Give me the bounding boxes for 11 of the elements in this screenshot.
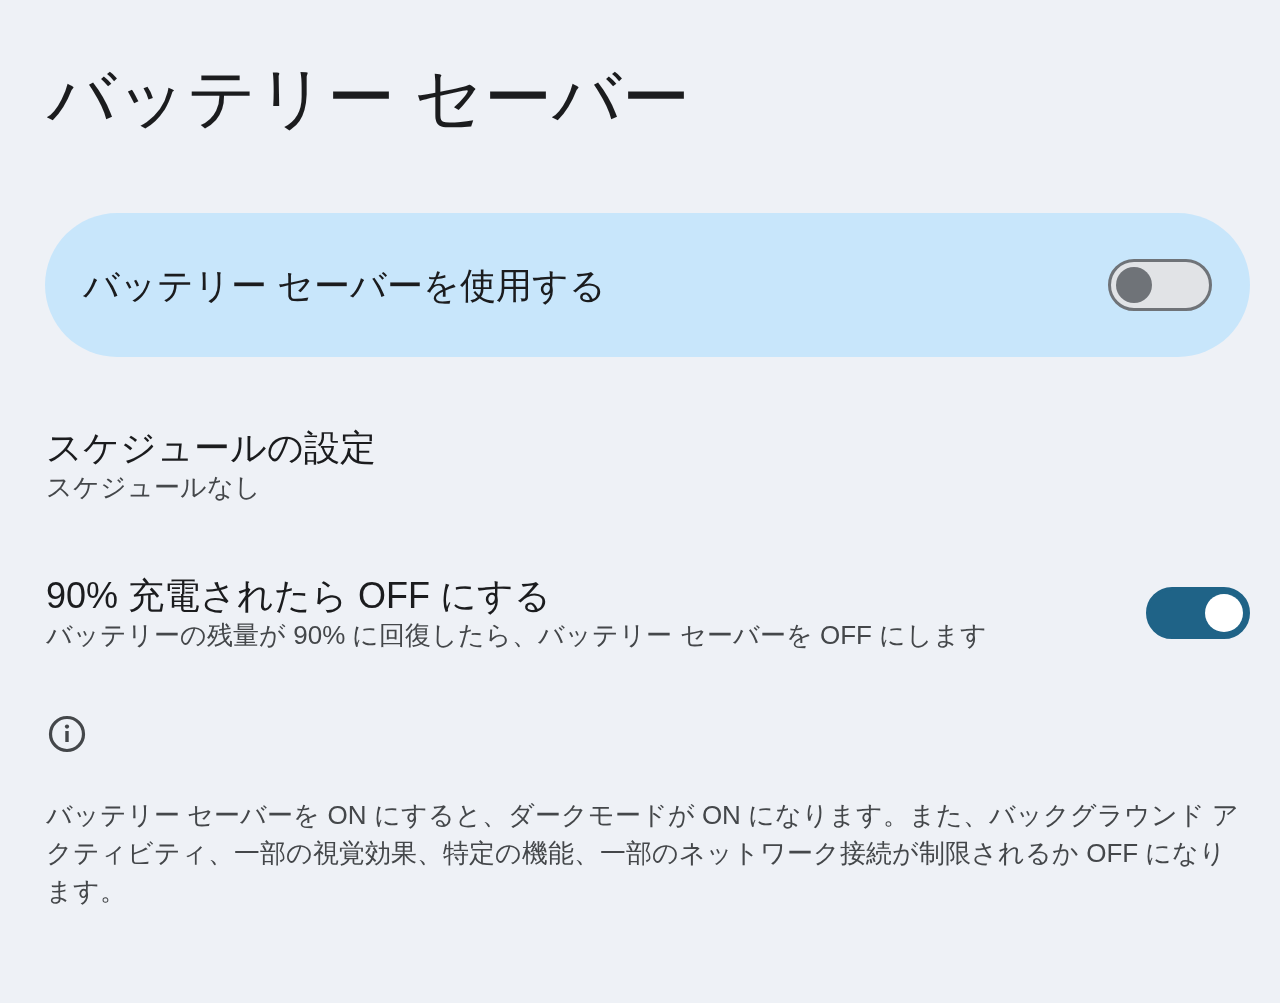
info-icon (48, 715, 86, 753)
toggle-switch[interactable] (1108, 259, 1212, 311)
setting-title[interactable]: 90% 充電されたら OFF にする (46, 573, 552, 618)
main-switch-bar[interactable]: バッテリー セーバーを使用する (45, 213, 1250, 357)
page-title: バッテリー セーバー (47, 58, 690, 137)
setting-title[interactable]: スケジュールの設定 (46, 425, 376, 470)
main-switch-label: バッテリー セーバーを使用する (83, 263, 606, 308)
info-text: バッテリー セーバーを ON にすると、ダークモードが ON になります。また、バックグラウンド アクティビティ、一部の視覚効果、特定の機能、一部のネットワーク接続が制限されるか OFF になります。 (46, 799, 1241, 908)
setting-summary: スケジュールなし (46, 471, 261, 504)
setting-summary: バッテリーの残量が 90% に回復したら、バッテリー セーバーを OFF にします (46, 619, 988, 652)
toggle-switch[interactable] (1146, 586, 1250, 639)
